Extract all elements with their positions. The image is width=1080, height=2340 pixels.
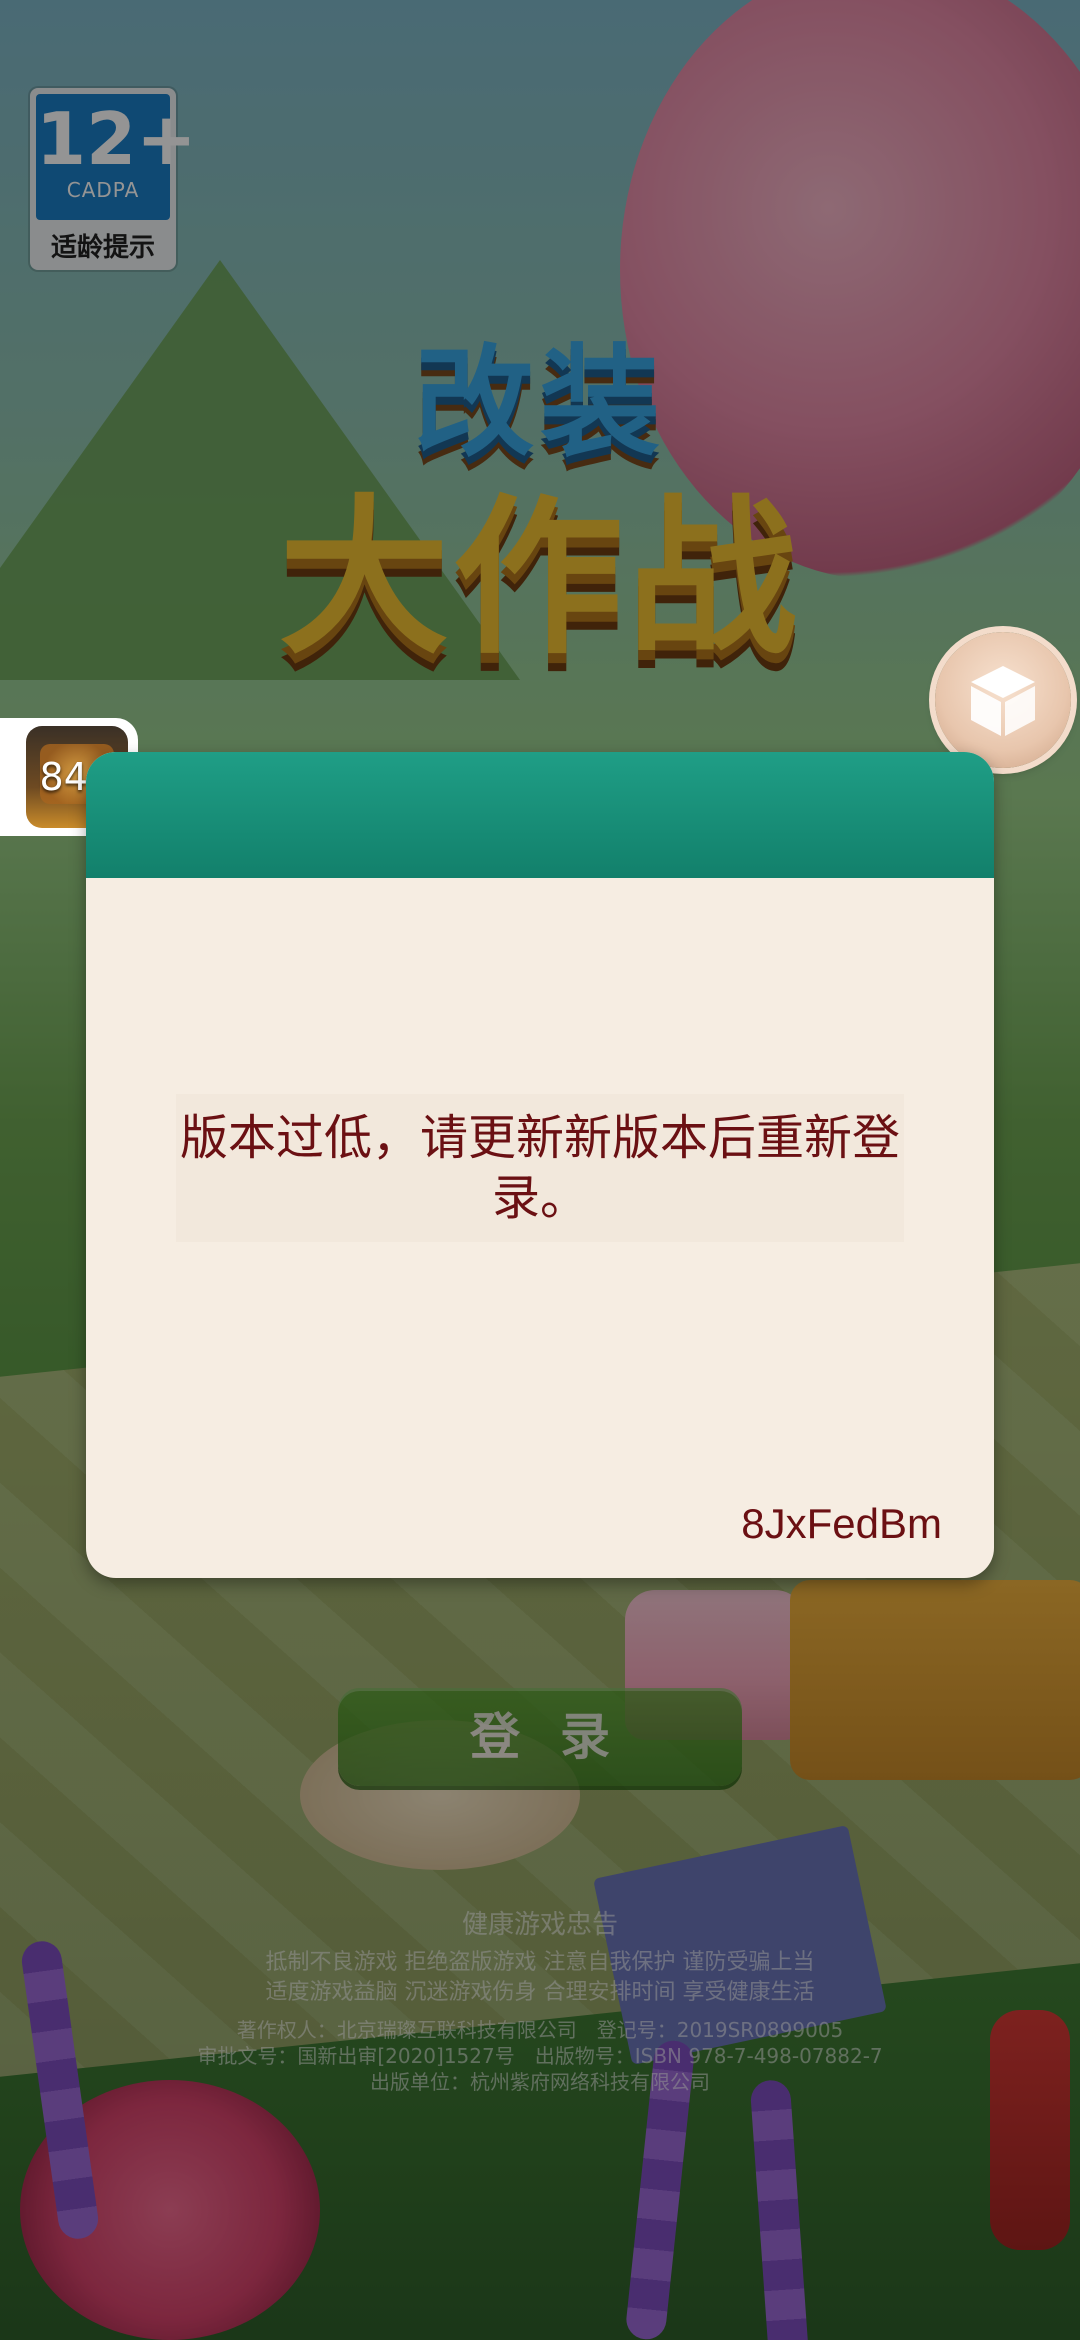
dialog-error-code: 8JxFedBm: [741, 1500, 942, 1547]
loading-percent-value: 84: [39, 755, 88, 799]
version-alert-dialog: 版本过低，请更新新版本后重新登录。 8JxFedBm: [86, 752, 994, 1578]
floating-cube-button[interactable]: [935, 632, 1071, 768]
cube-icon: [971, 666, 1035, 736]
dialog-message: 版本过低，请更新新版本后重新登录。: [176, 1094, 904, 1242]
game-login-screen: 改装 大作战 12+ CADPA 适龄提示 健康游戏忠告 抵制不良游戏 拒绝盗版…: [0, 0, 1080, 2340]
dialog-header: [86, 752, 994, 878]
